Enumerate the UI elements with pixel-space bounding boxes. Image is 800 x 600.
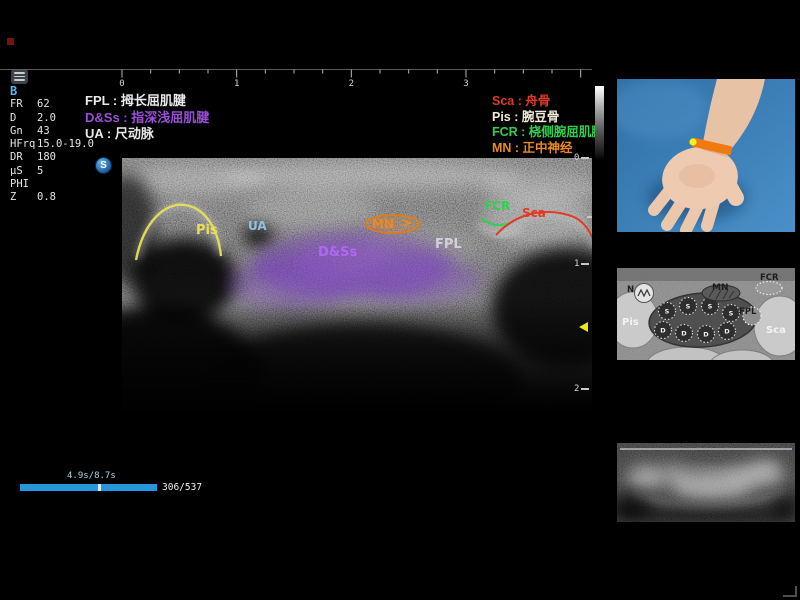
focus-marker-icon[interactable]	[579, 322, 588, 332]
ruler-label: 0	[119, 79, 124, 89]
legend-item: Sca : 舟骨	[492, 94, 604, 110]
anatomy-diagram: S S S S D D D D N MN FCR FPL Pis Sca	[617, 268, 795, 360]
param-row: Z0.8	[10, 191, 105, 204]
tendon-letter: S	[729, 310, 734, 318]
cine-time-label: 4.9s/8.7s	[67, 471, 116, 481]
bezel-corner-mark	[783, 586, 797, 597]
legend-item: FCR : 桡侧腕屈肌腱	[492, 125, 604, 141]
label-pis: Pis	[196, 223, 218, 238]
grayscale-bar	[595, 86, 604, 160]
legend-item: Pis : 腕豆骨	[492, 110, 604, 126]
legend-item: D&Ss : 指深浅屈肌腱	[85, 110, 209, 127]
param-row: μS5	[10, 165, 105, 178]
ruler-label: 3	[463, 79, 468, 89]
cine-progress-bar[interactable]	[20, 484, 157, 491]
label-sca: Sca	[522, 206, 546, 220]
legend-right: Sca : 舟骨 Pis : 腕豆骨 FCR : 桡侧腕屈肌腱 MN : 正中神…	[492, 94, 604, 156]
diagram-label-fpl: FPL	[739, 307, 757, 317]
label-fpl: FPL	[435, 237, 462, 252]
tendon-letter: S	[686, 303, 691, 311]
ultrasound-screen: 0 1 2 3 B FR62 D2.0 Gn43 HFrq15.0-19.0 D…	[0, 0, 800, 600]
tendon-letter: D	[703, 331, 709, 339]
ruler-label: 1	[234, 79, 239, 89]
diagram-label-pis: Pis	[622, 317, 639, 328]
legend-item: FPL : 拇长屈肌腱	[85, 93, 209, 110]
cine-cursor[interactable]	[98, 484, 101, 491]
ultrasound-image[interactable]: Pis UA D&Ss MN FPL FCR Sca	[122, 158, 592, 426]
depth-tick: 1	[574, 259, 589, 269]
diagram-label-sca: Sca	[766, 325, 786, 336]
label-fcr: FCR	[484, 199, 510, 213]
reference-ultrasound-thumbnail	[617, 443, 795, 522]
tendon-letter: D	[681, 330, 687, 338]
record-indicator	[7, 38, 14, 45]
param-row: DR180	[10, 151, 105, 164]
label-mn: MN	[372, 217, 394, 231]
cine-frame-counter: 306/537	[162, 482, 202, 493]
probe-orientation-dot	[689, 138, 696, 145]
probe-position-photo	[617, 79, 795, 232]
diagram-label-n: N	[627, 285, 634, 295]
ulnar-artery-diagram	[635, 284, 654, 303]
label-ua: UA	[248, 219, 267, 233]
tendon-letter: S	[708, 303, 713, 311]
ruler-label: 2	[349, 79, 354, 89]
diagram-label-fcr: FCR	[760, 273, 779, 283]
diagram-label-mn: MN	[712, 283, 729, 293]
legend-item: UA : 尺动脉	[85, 126, 209, 143]
tendon-letter: D	[724, 328, 730, 336]
param-row: PHI	[10, 178, 105, 191]
probe-orientation-marker: S	[95, 157, 112, 174]
tendon-letter: S	[665, 308, 670, 316]
fcr-diagram	[756, 282, 782, 295]
label-dss: D&Ss	[318, 245, 357, 260]
depth-tick: 2	[574, 384, 589, 394]
depth-tick-minor	[587, 216, 592, 218]
tendon-letter: D	[660, 327, 666, 335]
depth-tick: 0	[574, 153, 589, 163]
legend-left: FPL : 拇长屈肌腱 D&Ss : 指深浅屈肌腱 UA : 尺动脉	[85, 93, 209, 143]
